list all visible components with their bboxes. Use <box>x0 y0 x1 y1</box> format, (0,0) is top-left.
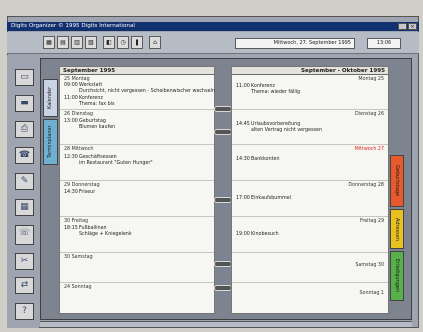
address-book-icon[interactable]: ☎ <box>15 147 34 164</box>
event-time-title[interactable]: 14:30Bankkonten <box>236 157 280 163</box>
status-bar <box>40 321 412 327</box>
folder-icon[interactable]: ▬ <box>15 95 34 112</box>
trash-icon[interactable]: ⌂ <box>149 36 161 49</box>
day-slot[interactable]: 28 Mittwoch 12:30Geschäftsessen im Resta… <box>60 145 214 181</box>
day-label: 24 Sonntag <box>64 285 92 290</box>
event-note: Durchsicht, nicht vergessen - Scheibenwi… <box>79 89 215 94</box>
binder-ring <box>214 261 232 267</box>
day-label: 30 Freitag <box>64 219 89 224</box>
print-icon[interactable]: ⎙ <box>15 121 34 138</box>
day-label: Donnerstag 28 <box>348 183 384 188</box>
event-note: im Restaurant "Guten Hunger" <box>79 161 153 166</box>
day-slot[interactable]: 29 Donnerstag 14:30Friseur <box>60 181 214 217</box>
day-label-today: Mittwoch 27 <box>354 147 384 152</box>
event-note: Blumen kaufen <box>79 125 116 130</box>
day-label: Freitag 29 <box>359 219 384 224</box>
event-note: Schläge + Kniegelenk <box>79 232 132 237</box>
date-field[interactable]: Mittwoch, 27. September 1995 <box>235 38 355 49</box>
time-field[interactable]: 13:06 <box>367 38 401 49</box>
day-slot[interactable]: 26 Dienstag 13:00Geburtstag Blumen kaufe… <box>60 110 214 145</box>
day-slot[interactable]: 25 Montag 09:00Werkstatt Durchsicht, nic… <box>60 75 215 110</box>
toolbar-button-1[interactable]: ▦ <box>43 36 55 49</box>
folder-open-icon[interactable]: ▭ <box>15 69 34 86</box>
day-slot[interactable]: Freitag 29 19:00Kinobesuch <box>232 217 388 253</box>
swap-icon[interactable]: ⇄ <box>15 277 34 294</box>
day-slot[interactable]: Sonntag 1 <box>232 283 388 314</box>
binder-ring <box>214 285 232 291</box>
event-time-title[interactable]: 19:00Kinobesuch <box>236 232 279 238</box>
day-label: 26 Dienstag <box>64 112 94 117</box>
right-page-header: September - Oktober 1995 <box>232 67 388 75</box>
toolbar: ▦ ▤ ▥ ▧ ◧ ◷ ❚ ⌂ Mittwoch, 27. September … <box>7 32 419 54</box>
tab-adressen[interactable]: Adressen <box>390 209 404 249</box>
day-label: 25 Montag <box>64 77 90 82</box>
day-label: 29 Donnerstag <box>64 183 100 188</box>
left-page-header: September 1995 <box>60 67 214 75</box>
event-time-title[interactable]: 17:00Einkaufsbummel <box>236 196 291 202</box>
title-bar: Digits Organizer © 1995 Digits Internati… <box>7 22 419 31</box>
day-slot[interactable]: 30 Freitag 18:15Fußballinen Schläge + Kn… <box>60 217 214 253</box>
organizer-book: Kalender Terminplaner September 1995 25 … <box>40 58 412 320</box>
day-label: 30 Samstag <box>64 255 93 260</box>
calculator-icon[interactable]: ▦ <box>15 199 34 216</box>
day-slot[interactable]: 30 Samstag <box>60 253 214 283</box>
link-icon[interactable]: ✂ <box>15 253 34 270</box>
day-label: Sonntag 1 <box>359 291 384 296</box>
event-note: Thema: fax bis <box>79 102 115 107</box>
window-title: Digits Organizer © 1995 Digits Internati… <box>11 23 135 29</box>
day-slot[interactable]: Montag 25 11:00Konferenz Thema: wieder f… <box>232 75 388 110</box>
event-time-title[interactable]: 14:30Friseur <box>64 190 95 196</box>
day-label: Montag 25 <box>358 77 384 82</box>
tab-terminplaner[interactable]: Terminplaner <box>43 119 58 165</box>
toolbar-button-2[interactable]: ▤ <box>57 36 69 49</box>
toolbar-button-3[interactable]: ▥ <box>71 36 83 49</box>
phone-icon[interactable]: ☏ <box>15 225 34 245</box>
tab-erledigungen[interactable]: Erledigungen <box>390 251 404 301</box>
right-page: September - Oktober 1995 Montag 25 11:00… <box>231 66 389 314</box>
note-icon[interactable]: ✎ <box>15 173 34 190</box>
binder-ring <box>214 106 232 112</box>
toolbar-button-4[interactable]: ▧ <box>85 36 97 49</box>
close-button[interactable]: × <box>408 23 417 30</box>
toolbar-button-7[interactable]: ❚ <box>131 36 143 49</box>
toolbar-button-5[interactable]: ◧ <box>103 36 115 49</box>
day-slot[interactable]: Dienstag 26 14:45Urlaubsvorbereitung alt… <box>232 110 388 145</box>
day-label: 28 Mittwoch <box>64 147 94 152</box>
event-note: Thema: wieder fällig <box>251 90 301 95</box>
binder-ring <box>214 197 232 203</box>
help-icon[interactable]: ? <box>15 303 34 320</box>
clock-icon[interactable]: ◷ <box>117 36 129 49</box>
day-slot[interactable]: Mittwoch 27 14:30Bankkonten <box>232 145 388 181</box>
tab-geburtstage[interactable]: Geburtstage <box>390 155 404 207</box>
day-label: Dienstag 26 <box>354 112 384 117</box>
binder-ring <box>214 129 232 135</box>
day-slot[interactable]: Samstag 30 <box>232 253 388 283</box>
day-label: Samstag 30 <box>355 263 384 268</box>
event-note: alten Vertrag nicht vergessen <box>251 128 322 133</box>
tab-kalender[interactable]: Kalender <box>43 79 58 117</box>
left-page: September 1995 25 Montag 09:00Werkstatt … <box>59 66 215 314</box>
minimize-button[interactable]: _ <box>398 23 407 30</box>
day-slot[interactable]: Donnerstag 28 17:00Einkaufsbummel <box>232 181 388 217</box>
left-toolbar: ▭ ▬ ⎙ ☎ ✎ ▦ ☏ ✂ ⇄ ? <box>7 55 39 328</box>
day-slot[interactable]: 24 Sonntag <box>60 283 214 314</box>
